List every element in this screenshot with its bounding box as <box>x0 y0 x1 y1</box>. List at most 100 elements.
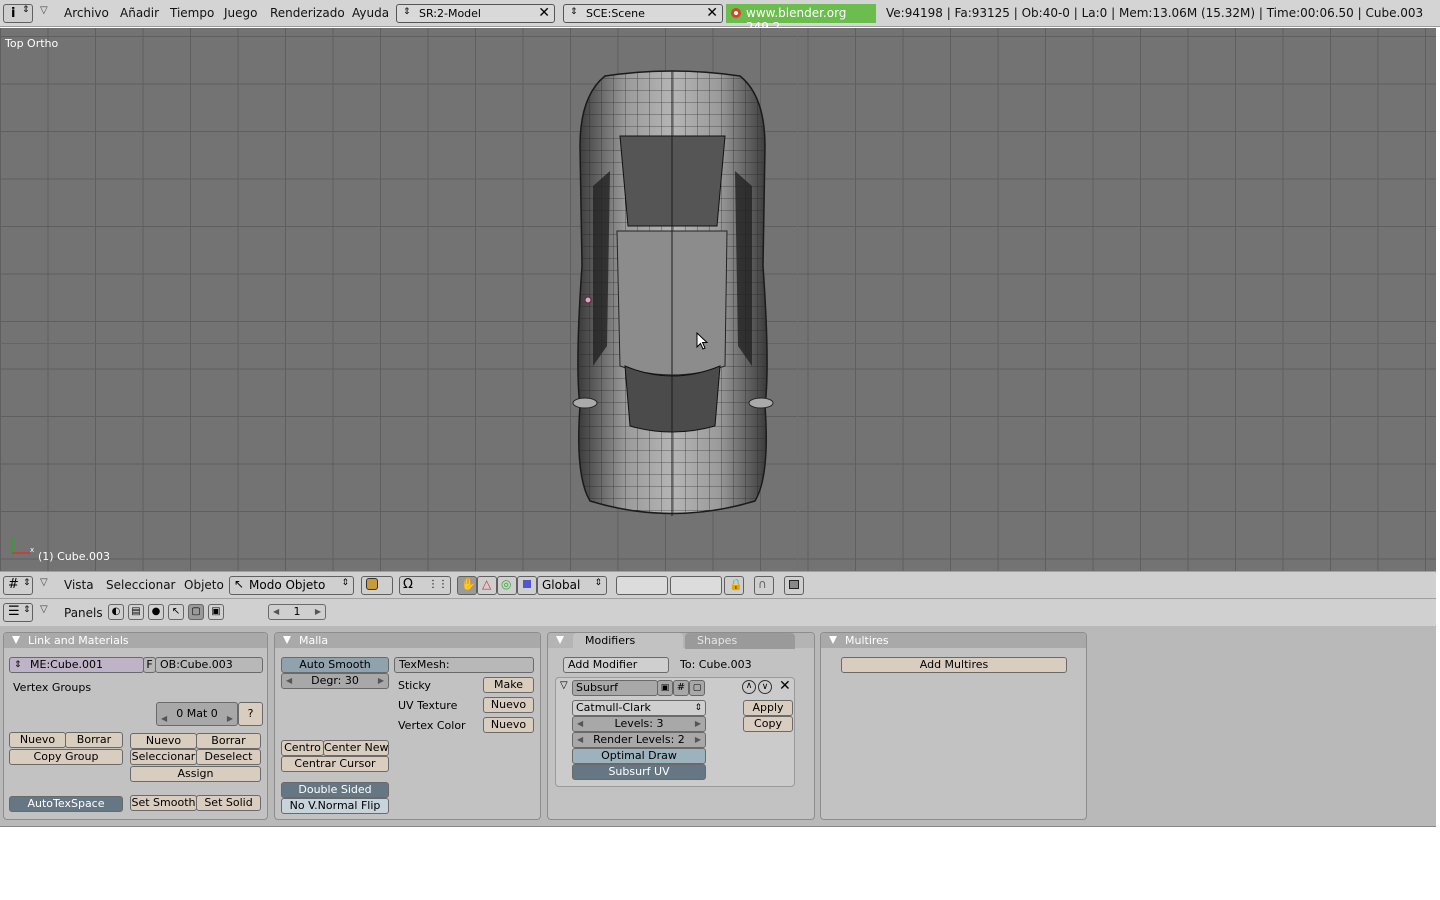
material-assign-button[interactable]: Assign <box>130 766 261 782</box>
menu-vista[interactable]: Vista <box>64 578 94 592</box>
current-frame-field[interactable]: ◀ 1 ▶ <box>268 604 326 620</box>
logic-context-icon[interactable]: ◐ <box>108 604 124 620</box>
copy-group-button[interactable]: Copy Group <box>9 749 123 765</box>
double-sided-toggle[interactable]: Double Sided <box>281 782 389 798</box>
collapse-menu-icon[interactable]: ▽ <box>40 604 48 615</box>
tab-modifiers[interactable]: Modifiers <box>573 633 683 649</box>
smooth-degree-field[interactable]: ◀ Degr: 30 ▶ <box>281 673 389 689</box>
subsurf-uv-toggle[interactable]: Subsurf UV <box>572 764 706 780</box>
mode-selector[interactable]: ↖ Modo Objeto ⇕ <box>229 576 354 595</box>
move-down-icon[interactable]: ∨ <box>758 680 772 694</box>
sticky-make-button[interactable]: Make <box>483 677 534 693</box>
editmode-toggle-icon[interactable]: ▢ <box>689 680 705 696</box>
levels-field[interactable]: ◀ Levels: 3 ▶ <box>572 716 706 732</box>
updown-icon: ⇕ <box>23 605 31 615</box>
collapse-menu-icon[interactable]: ▽ <box>40 577 48 588</box>
menu-renderizado[interactable]: Renderizado <box>270 6 345 20</box>
uv-texture-new-button[interactable]: Nuevo <box>483 697 534 713</box>
set-smooth-button[interactable]: Set Smooth <box>130 795 197 811</box>
texmesh-field[interactable]: TexMesh: <box>394 657 534 673</box>
add-multires-button[interactable]: Add Multires <box>841 657 1067 673</box>
material-select-button[interactable]: Seleccionar <box>130 749 197 765</box>
modifier-name-field[interactable]: Subsurf <box>572 680 658 696</box>
mesh-name-field[interactable]: ⇕ ME:Cube.001 <box>9 657 144 673</box>
close-icon[interactable]: ✕ <box>706 5 718 21</box>
scene-selector[interactable]: ⇕ SCE:Scene ✕ <box>563 4 723 23</box>
set-solid-button[interactable]: Set Solid <box>196 795 261 811</box>
draw-type-selector[interactable] <box>361 576 393 595</box>
layer-buttons-1[interactable] <box>616 576 668 595</box>
right-arrow-icon: ▶ <box>377 676 384 685</box>
menu-objeto[interactable]: Objeto <box>184 578 224 592</box>
material-index-field[interactable]: ◀ 0 Mat 0 ▶ <box>156 702 238 726</box>
layer-buttons-2[interactable] <box>670 576 722 595</box>
manipulator-toggle[interactable]: ✋ <box>457 576 477 595</box>
editor-type-menu[interactable]: i ⇕ <box>3 4 33 23</box>
snap-toggle[interactable]: ∩ <box>754 576 774 595</box>
no-vnormal-flip-toggle[interactable]: No V.Normal Flip <box>281 798 389 814</box>
center-cursor-button[interactable]: Centrar Cursor <box>281 756 389 772</box>
car-mesh[interactable] <box>565 66 780 521</box>
auto-smooth-toggle[interactable]: Auto Smooth <box>281 657 389 673</box>
vgroup-delete-button[interactable]: Borrar <box>65 732 123 748</box>
move-up-icon[interactable]: ∧ <box>742 680 756 694</box>
object-name-field[interactable]: OB:Cube.003 <box>155 657 263 673</box>
material-new-button[interactable]: Nuevo <box>130 733 197 749</box>
top-info-bar: i ⇕ ▽ Archivo Añadir Tiempo Juego Render… <box>0 0 1440 34</box>
blender-version-link[interactable]: www.blender.org 249.2 <box>726 4 876 34</box>
buttons-header: ☰ ⇕ ▽ Panels ◐ ▤ ● ↖ ▢ ▣ ◀ 1 ▶ <box>0 598 1436 626</box>
optimal-draw-toggle[interactable]: Optimal Draw <box>572 748 706 764</box>
multires-panel: Multires Add Multires <box>820 632 1087 820</box>
vertex-color-new-button[interactable]: Nuevo <box>483 717 534 733</box>
menu-juego[interactable]: Juego <box>224 6 258 20</box>
collapse-triangle-icon[interactable] <box>556 636 564 644</box>
panel-header[interactable]: Multires <box>821 633 1086 648</box>
centro-button[interactable]: Centro <box>281 740 324 756</box>
image-icon <box>789 580 799 589</box>
center-new-button[interactable]: Center New <box>323 740 389 756</box>
scene-context-icon[interactable]: ▣ <box>208 604 224 620</box>
collapse-modifier-icon[interactable]: ▽ <box>560 680 568 691</box>
object-mode-icon: ↖ <box>234 577 245 591</box>
copy-modifier-button[interactable]: Copy <box>743 716 793 732</box>
apply-modifier-button[interactable]: Apply <box>743 700 793 716</box>
rotate-toggle[interactable]: ◎ <box>497 576 517 595</box>
3d-viewport[interactable]: Top Ortho x (1) Cube.003 <box>0 28 1436 571</box>
translate-toggle[interactable]: △ <box>477 576 497 595</box>
menu-seleccionar[interactable]: Seleccionar <box>106 578 175 592</box>
collapse-menu-icon[interactable]: ▽ <box>40 5 48 16</box>
render-toggle-icon[interactable]: ▣ <box>657 680 673 696</box>
lock-toggle[interactable]: 🔒 <box>724 576 744 595</box>
menu-archivo[interactable]: Archivo <box>64 6 109 20</box>
shading-context-icon[interactable]: ● <box>148 604 164 620</box>
editor-type-menu[interactable]: ☰ ⇕ <box>3 603 33 622</box>
menu-anadir[interactable]: Añadir <box>120 6 159 20</box>
display-toggle-icon[interactable]: # <box>673 680 689 696</box>
material-help-button[interactable]: ? <box>238 702 263 726</box>
orientation-selector[interactable]: Global ⇕ <box>537 576 607 595</box>
pivot-selector[interactable]: Ω ⋮⋮ <box>399 576 451 595</box>
editing-context-icon[interactable]: ▢ <box>188 604 204 620</box>
rotate-icon: ◎ <box>501 577 512 591</box>
tab-shapes[interactable]: Shapes <box>685 633 795 649</box>
object-context-icon[interactable]: ↖ <box>168 604 184 620</box>
add-modifier-button[interactable]: Add Modifier <box>563 657 669 673</box>
render-preview-button[interactable] <box>784 576 804 595</box>
delete-modifier-icon[interactable]: ✕ <box>779 678 791 694</box>
menu-tiempo[interactable]: Tiempo <box>170 6 214 20</box>
editor-type-menu[interactable]: # ⇕ <box>3 576 33 595</box>
autotexspace-toggle[interactable]: AutoTexSpace <box>9 796 123 812</box>
material-delete-button[interactable]: Borrar <box>196 733 261 749</box>
scale-toggle[interactable] <box>517 576 537 595</box>
subdivision-type-selector[interactable]: Catmull-Clark ⇕ <box>572 700 706 716</box>
material-deselect-button[interactable]: Deselect <box>196 749 261 765</box>
render-levels-field[interactable]: ◀ Render Levels: 2 ▶ <box>572 732 706 748</box>
vertex-groups-label: Vertex Groups <box>13 681 92 694</box>
vgroup-new-button[interactable]: Nuevo <box>9 732 66 748</box>
screen-selector[interactable]: ⇕ SR:2-Model ✕ <box>396 4 555 23</box>
panel-header[interactable]: Malla <box>275 633 540 648</box>
panel-header[interactable]: Link and Materials <box>4 633 267 648</box>
close-icon[interactable]: ✕ <box>538 5 550 21</box>
script-context-icon[interactable]: ▤ <box>128 604 144 620</box>
menu-ayuda[interactable]: Ayuda <box>352 6 389 20</box>
